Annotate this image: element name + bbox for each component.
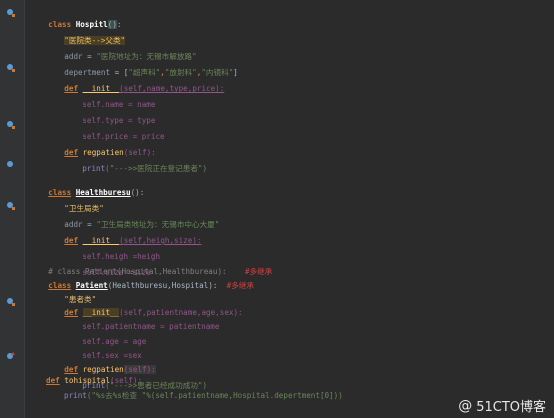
class-marker-icon[interactable] [6, 155, 16, 167]
code-line: addr = "医院地址为：无锡市解放路" [46, 33, 196, 61]
code-line: class Hospitl(): [30, 1, 121, 30]
override-marker-icon[interactable] [6, 115, 16, 129]
override-up-arrow-icon[interactable] [6, 346, 16, 359]
override-marker-icon[interactable] [6, 196, 16, 210]
code-line: class Healthburesu(): [30, 169, 144, 197]
code-line: def tohispital(self): [46, 373, 142, 389]
code-line: def __init__(self,heigh,size): [46, 217, 201, 245]
function-name: tohispital [64, 376, 111, 385]
code-line: "医院类-->父类" [46, 17, 126, 46]
code-line: print("%s去%s检查 "%(self.patientname,Hospi… [64, 388, 343, 404]
override-marker-icon[interactable] [6, 292, 16, 306]
string-literal: ("%s去%s检查 "%(self.patientname,Hospital.d… [86, 391, 343, 400]
code-line: self.name = name [64, 81, 155, 109]
code-line: def regpatien(self): [46, 129, 155, 157]
editor-gutter [0, 0, 25, 418]
code-line: self.heigh =heigh [64, 233, 160, 261]
breakpoint-icon[interactable] [6, 3, 16, 17]
code-line: print("--->>医院正在登记患者") [64, 145, 207, 173]
code-line: self.patientname = patientname [64, 303, 219, 331]
bracket: ] [233, 68, 238, 78]
code-line: self.price = price [64, 113, 164, 141]
builtin-function: print [64, 391, 87, 400]
watermark-text: 51CTO博客 [476, 400, 546, 415]
parameters: (self): [110, 376, 143, 385]
watermark: @51CTO博客 [458, 396, 546, 416]
code-editor[interactable]: class Hospitl(): "医院类-->父类" addr = "医院地址… [30, 0, 554, 418]
paren: () [130, 188, 140, 198]
code-line: depertment = ["超声科","放射科","内镜科"] [46, 49, 238, 77]
code-line: def regpatien(self): [46, 346, 156, 375]
code-line: "卫生局类" [46, 185, 104, 213]
colon: : [139, 188, 145, 198]
at-symbol: @ [458, 397, 473, 414]
override-marker-icon[interactable] [6, 58, 16, 72]
code-line: addr = "卫生局类地址为：无锡市中心大厦" [46, 201, 219, 229]
keyword: def [46, 376, 60, 385]
code-line: def __init__(self,name,type,price): [46, 65, 224, 93]
code-line: self.type = type [64, 97, 155, 125]
